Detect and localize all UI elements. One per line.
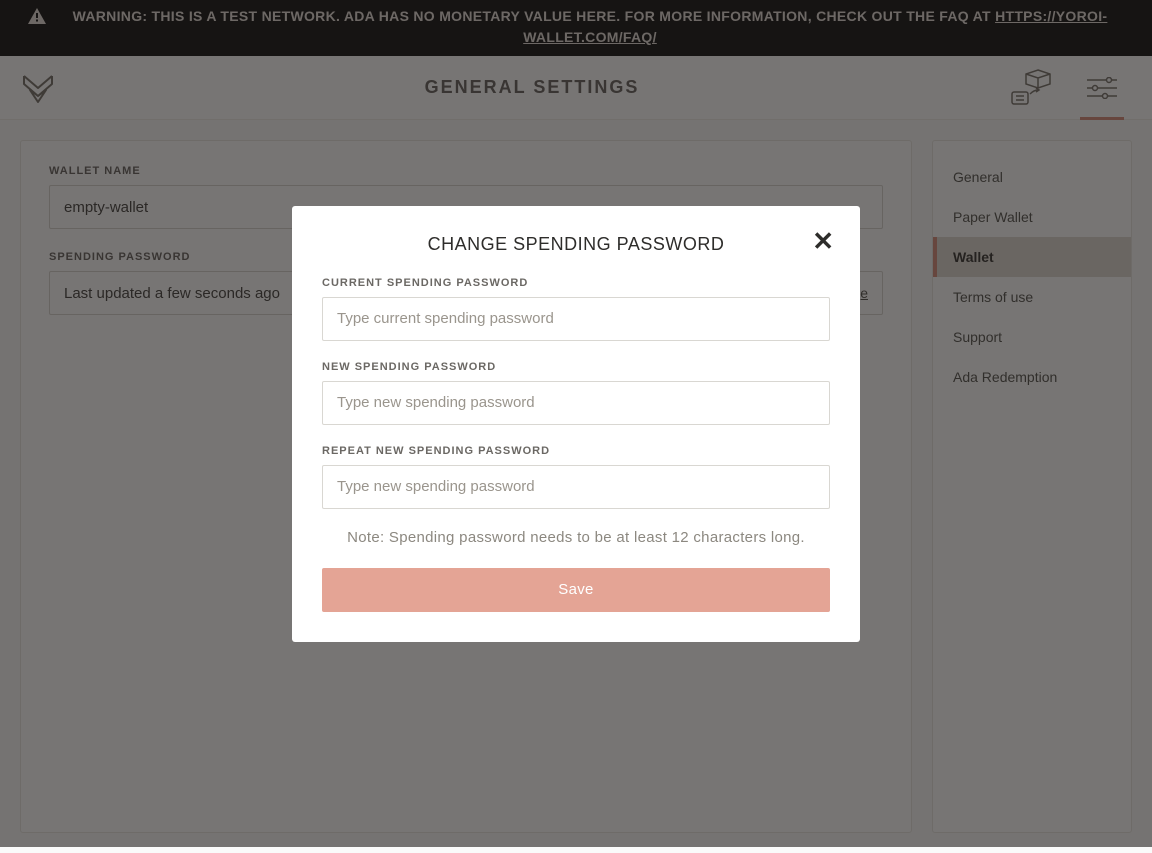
- password-length-note: Note: Spending password needs to be at l…: [322, 529, 830, 546]
- modal-title: CHANGE SPENDING PASSWORD: [322, 234, 830, 255]
- close-icon[interactable]: ✕: [812, 228, 834, 254]
- change-spending-password-modal: CHANGE SPENDING PASSWORD ✕ CURRENT SPEND…: [292, 206, 860, 642]
- modal-overlay[interactable]: CHANGE SPENDING PASSWORD ✕ CURRENT SPEND…: [0, 0, 1152, 847]
- repeat-password-group: REPEAT NEW SPENDING PASSWORD: [322, 445, 830, 509]
- new-password-group: NEW SPENDING PASSWORD: [322, 361, 830, 425]
- repeat-password-label: REPEAT NEW SPENDING PASSWORD: [322, 445, 830, 457]
- current-password-label: CURRENT SPENDING PASSWORD: [322, 277, 830, 289]
- save-button[interactable]: Save: [322, 568, 830, 612]
- current-password-group: CURRENT SPENDING PASSWORD: [322, 277, 830, 341]
- repeat-password-input[interactable]: [322, 465, 830, 509]
- new-password-label: NEW SPENDING PASSWORD: [322, 361, 830, 373]
- current-password-input[interactable]: [322, 297, 830, 341]
- new-password-input[interactable]: [322, 381, 830, 425]
